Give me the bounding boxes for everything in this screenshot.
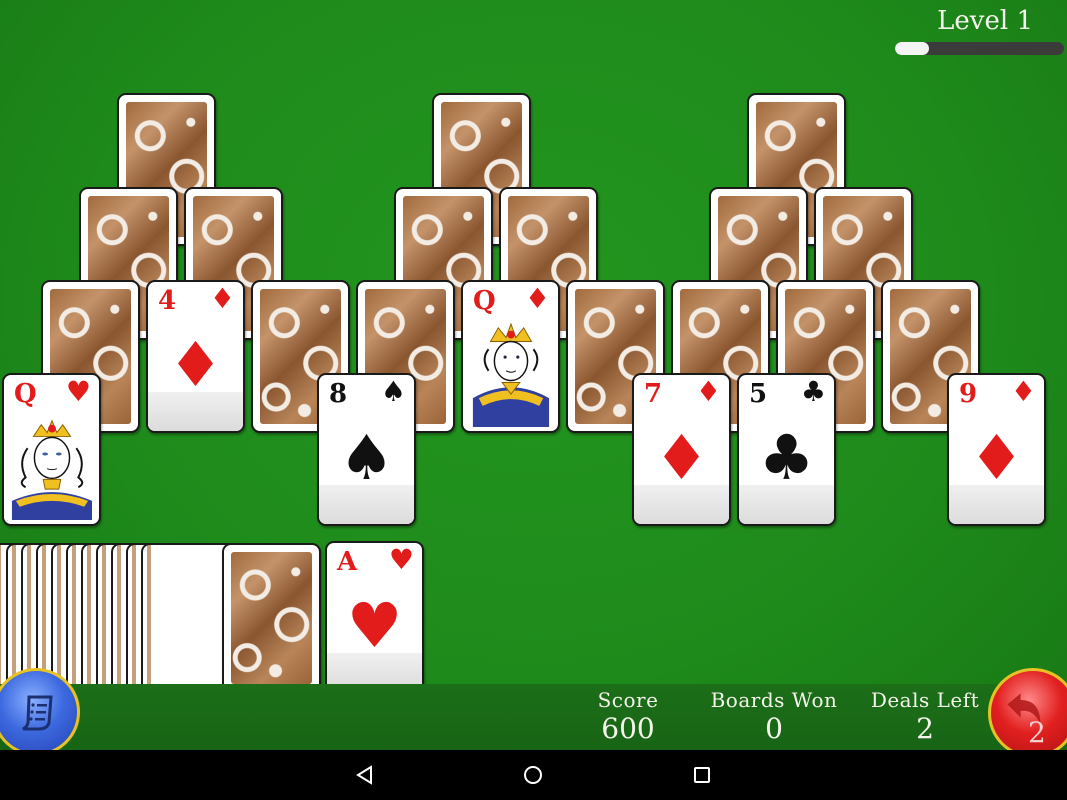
waste-pile-card: A ♥ ♥ <box>325 541 424 693</box>
card-rank: A <box>337 547 358 577</box>
square-recents-icon[interactable] <box>691 764 713 786</box>
diamond-icon: ♦ <box>1010 375 1036 408</box>
card-rank: 5 <box>749 379 768 409</box>
stock-top-card[interactable] <box>222 543 321 693</box>
score-value: 600 <box>601 712 655 745</box>
peak-card-r4-5[interactable]: 9 ♦ ♦ <box>947 373 1046 526</box>
scroll-list-icon <box>22 695 53 731</box>
heart-icon: ♥ <box>388 543 414 576</box>
boards-won-stat: Boards Won 0 <box>698 688 850 746</box>
card-rank: 9 <box>959 379 978 409</box>
diamond-icon: ♦ <box>167 328 224 401</box>
peak-card-r4-4[interactable]: 5 ♣ ♣ <box>737 373 836 526</box>
deals-left-stat: Deals Left 2 <box>860 688 990 746</box>
level-label: Level 1 <box>937 6 1033 36</box>
heart-icon: ♥ <box>346 589 403 662</box>
queen-portrait-icon <box>472 322 550 428</box>
club-icon: ♣ <box>758 421 815 494</box>
score-stat: Score 600 <box>578 688 678 746</box>
diamond-icon: ♦ <box>524 282 550 315</box>
card-rank: 8 <box>329 379 348 409</box>
peak-card-r4-1[interactable]: Q ♥ <box>2 373 101 526</box>
score-label: Score <box>597 688 659 712</box>
diamond-icon: ♦ <box>968 421 1025 494</box>
game-table: Level 1 4 ♦ ♦ Q ♦ Q ♥ 8 ♠ ♠ 7 ♦ ♦ 5 ♣ ♣ … <box>0 0 1067 758</box>
boards-won-value: 0 <box>765 712 783 745</box>
level-progress-bar <box>895 42 1064 55</box>
peak-card-r4-2[interactable]: 8 ♠ ♠ <box>317 373 416 526</box>
peak-card-r4-3[interactable]: 7 ♦ ♦ <box>632 373 731 526</box>
boards-won-label: Boards Won <box>710 688 838 712</box>
deals-left-value: 2 <box>916 712 934 745</box>
system-nav-bar <box>0 750 1067 800</box>
deals-left-label: Deals Left <box>870 688 980 712</box>
spade-icon: ♠ <box>380 375 406 408</box>
heart-icon: ♥ <box>65 375 91 408</box>
undo-count-badge: 2 <box>1028 716 1046 749</box>
spade-icon: ♠ <box>338 421 395 494</box>
card-rank: Q <box>14 379 37 409</box>
card-back-pattern <box>231 552 312 684</box>
club-icon: ♣ <box>800 375 826 408</box>
triangle-back-icon[interactable] <box>354 764 376 786</box>
diamond-icon: ♦ <box>653 421 710 494</box>
card-rank: 7 <box>644 379 663 409</box>
diamond-icon: ♦ <box>695 375 721 408</box>
peak-card-r3-5[interactable]: Q ♦ <box>461 280 560 433</box>
queen-portrait-icon <box>11 419 93 521</box>
card-rank: Q <box>473 286 496 316</box>
card-rank: 4 <box>158 286 177 316</box>
circle-home-icon[interactable] <box>522 764 544 786</box>
level-progress-fill <box>895 42 929 55</box>
diamond-icon: ♦ <box>209 282 235 315</box>
peak-card-r3-2[interactable]: 4 ♦ ♦ <box>146 280 245 433</box>
